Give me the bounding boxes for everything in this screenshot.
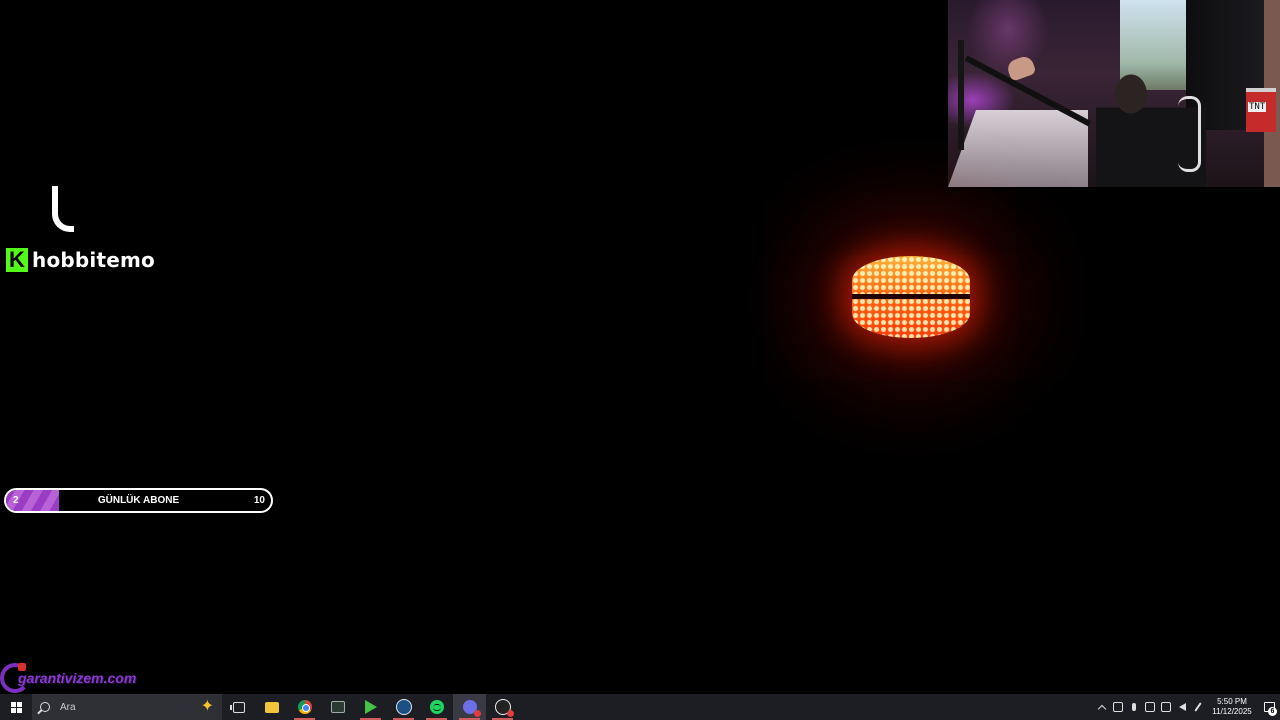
- mic-stand: [958, 40, 964, 150]
- sparkle-icon[interactable]: ✦: [201, 697, 214, 717]
- taskbar-obs[interactable]: [486, 694, 519, 720]
- webcam-chair: [1178, 96, 1201, 172]
- play-icon: [364, 700, 377, 714]
- kick-logo-letter: K: [9, 247, 25, 272]
- app-icon: [330, 701, 345, 713]
- steam-icon: [395, 699, 412, 715]
- webcam-overlay: TNT: [948, 0, 1280, 187]
- taskbar-task-view[interactable]: [222, 694, 255, 720]
- windows-taskbar: Ara ✦ 5:50 PM 11/12/2025 6: [0, 694, 1280, 720]
- taskbar-clock[interactable]: 5:50 PM 11/12/2025: [1210, 697, 1254, 717]
- chevron-up-icon[interactable]: [1094, 694, 1110, 720]
- taskbar-spotify[interactable]: [420, 694, 453, 720]
- webcam-desk: [948, 110, 1088, 187]
- search-input[interactable]: Ara ✦: [32, 694, 222, 720]
- task-view-icon: [229, 701, 245, 713]
- watermark-logo-icon: [0, 663, 30, 693]
- taskbar-discord[interactable]: [453, 694, 486, 720]
- display-icon[interactable]: [1142, 694, 1158, 720]
- webcam-tnt-block: TNT: [1246, 88, 1276, 132]
- tnt-label: TNT: [1248, 102, 1267, 112]
- pen-icon[interactable]: [1190, 694, 1206, 720]
- streamer-name: hobbitemo: [32, 248, 155, 272]
- windows-logo-icon: [10, 701, 22, 713]
- search-placeholder: Ara: [60, 701, 76, 713]
- taskbar-file-explorer[interactable]: [255, 694, 288, 720]
- notification-count: 6: [1268, 707, 1277, 716]
- streamer-tag: K hobbitemo: [6, 248, 155, 272]
- clock-time: 5:50 PM: [1217, 697, 1247, 706]
- taskbar-play-app[interactable]: [354, 694, 387, 720]
- webcam-tray-icon[interactable]: [1110, 694, 1126, 720]
- watermark-text: garantivizem.com: [18, 670, 137, 686]
- network-icon[interactable]: [1158, 694, 1174, 720]
- subscriber-goal-bar: 2 GÜNLÜK ABONE 10: [4, 488, 273, 513]
- taskbar-steam[interactable]: [387, 694, 420, 720]
- bracket-glyph-icon: [52, 186, 74, 232]
- system-tray: 5:50 PM 11/12/2025 6: [1094, 694, 1280, 720]
- lamp-divider: [852, 294, 970, 299]
- notification-center-button[interactable]: 6: [1258, 694, 1280, 720]
- taskbar-app[interactable]: [321, 694, 354, 720]
- mic-icon[interactable]: [1126, 694, 1142, 720]
- stream-screen: TNT K hobbitemo 2 GÜNLÜK ABONE 10 garant…: [0, 0, 1280, 720]
- watermark: garantivizem.com: [0, 660, 136, 696]
- webcam-hand: [1005, 54, 1037, 82]
- chrome-icon: [297, 700, 312, 714]
- volume-icon[interactable]: [1174, 694, 1190, 720]
- folder-icon: [264, 701, 279, 713]
- obs-icon: [494, 699, 514, 717]
- start-button[interactable]: [0, 694, 32, 720]
- spotify-icon: [429, 700, 444, 714]
- discord-icon: [462, 700, 481, 717]
- goal-label: GÜNLÜK ABONE: [97, 495, 180, 506]
- goal-target: 10: [253, 495, 265, 506]
- clock-date: 11/12/2025: [1212, 707, 1252, 716]
- taskbar-chrome[interactable]: [288, 694, 321, 720]
- search-icon: [40, 702, 50, 712]
- kick-logo-icon: K: [6, 248, 28, 272]
